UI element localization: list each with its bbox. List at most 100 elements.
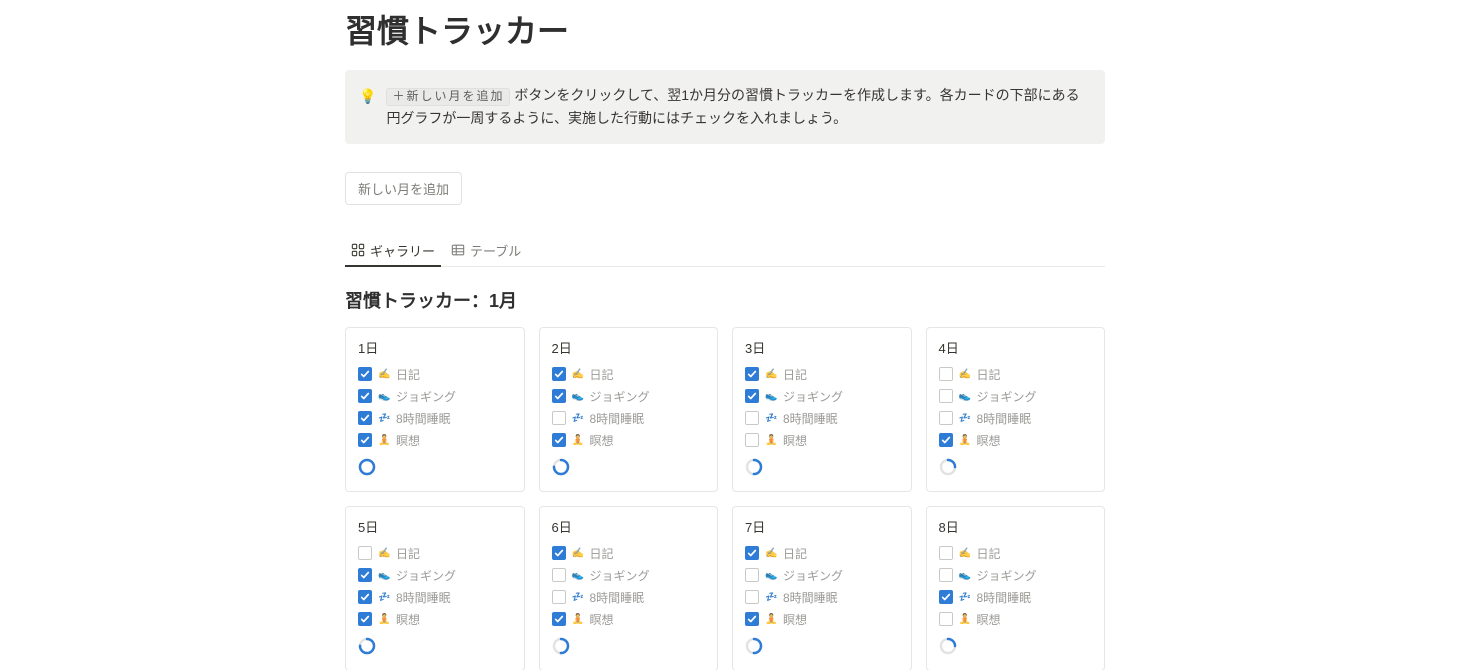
checkbox-diary[interactable]	[745, 367, 759, 381]
diary-icon: ✍️	[572, 369, 584, 380]
habit-row-jog: 👟ジョギング	[358, 565, 512, 587]
habit-row-jog: 👟ジョギング	[745, 386, 899, 408]
checkbox-jog[interactable]	[552, 568, 566, 582]
medit-icon: 🧘	[572, 614, 584, 625]
checkbox-diary[interactable]	[939, 367, 953, 381]
checkbox-jog[interactable]	[552, 389, 566, 403]
habit-label: 日記	[783, 366, 807, 383]
checkbox-sleep[interactable]	[552, 411, 566, 425]
checkbox-jog[interactable]	[939, 568, 953, 582]
checkbox-medit[interactable]	[358, 433, 372, 447]
habit-label: 瞑想	[783, 432, 807, 449]
callout-inline-tag: ＋新しい月を追加	[386, 88, 510, 106]
day-card[interactable]: 8日✍️日記👟ジョギング💤8時間睡眠🧘瞑想	[926, 506, 1106, 670]
habit-label: 8時間睡眠	[783, 410, 838, 427]
sleep-icon: 💤	[959, 413, 971, 424]
checkbox-diary[interactable]	[745, 546, 759, 560]
habit-label: 8時間睡眠	[783, 589, 838, 606]
day-title: 1日	[358, 338, 512, 357]
checkbox-jog[interactable]	[745, 568, 759, 582]
day-title: 2日	[552, 338, 706, 357]
checkbox-jog[interactable]	[939, 389, 953, 403]
day-card[interactable]: 1日✍️日記👟ジョギング💤8時間睡眠🧘瞑想	[345, 327, 525, 492]
day-card[interactable]: 5日✍️日記👟ジョギング💤8時間睡眠🧘瞑想	[345, 506, 525, 670]
jog-icon: 👟	[765, 391, 777, 402]
habit-label: 瞑想	[783, 611, 807, 628]
diary-icon: ✍️	[572, 548, 584, 559]
checkbox-jog[interactable]	[358, 389, 372, 403]
day-card[interactable]: 6日✍️日記👟ジョギング💤8時間睡眠🧘瞑想	[539, 506, 719, 670]
tab-table[interactable]: テーブル	[445, 235, 527, 266]
medit-icon: 🧘	[765, 614, 777, 625]
habit-label: ジョギング	[396, 388, 456, 405]
habit-label: 日記	[977, 545, 1001, 562]
checkbox-medit[interactable]	[939, 433, 953, 447]
diary-icon: ✍️	[378, 369, 390, 380]
checkbox-medit[interactable]	[552, 612, 566, 626]
day-card[interactable]: 2日✍️日記👟ジョギング💤8時間睡眠🧘瞑想	[539, 327, 719, 492]
day-card[interactable]: 3日✍️日記👟ジョギング💤8時間睡眠🧘瞑想	[732, 327, 912, 492]
habit-label: 日記	[396, 545, 420, 562]
habit-row-medit: 🧘瞑想	[939, 430, 1093, 452]
jog-icon: 👟	[572, 391, 584, 402]
view-tabs: ギャラリー テーブル	[345, 235, 1105, 267]
jog-icon: 👟	[378, 391, 390, 402]
checkbox-diary[interactable]	[552, 546, 566, 560]
habit-row-medit: 🧘瞑想	[745, 430, 899, 452]
checkbox-medit[interactable]	[552, 433, 566, 447]
progress-ring	[745, 637, 763, 655]
checkbox-jog[interactable]	[745, 389, 759, 403]
habit-row-jog: 👟ジョギング	[552, 386, 706, 408]
day-card[interactable]: 7日✍️日記👟ジョギング💤8時間睡眠🧘瞑想	[732, 506, 912, 670]
habit-row-diary: ✍️ 日記	[939, 364, 1093, 386]
progress-ring	[939, 458, 957, 476]
habit-label: 日記	[590, 366, 614, 383]
checkbox-sleep[interactable]	[745, 411, 759, 425]
checkbox-sleep[interactable]	[358, 411, 372, 425]
medit-icon: 🧘	[378, 614, 390, 625]
habit-label: ジョギング	[977, 567, 1037, 584]
checkbox-diary[interactable]	[939, 546, 953, 560]
habit-label: 8時間睡眠	[396, 410, 451, 427]
checkbox-diary[interactable]	[358, 367, 372, 381]
day-title: 3日	[745, 338, 899, 357]
checkbox-medit[interactable]	[358, 612, 372, 626]
checkbox-diary[interactable]	[358, 546, 372, 560]
jog-icon: 👟	[959, 391, 971, 402]
sleep-icon: 💤	[378, 592, 390, 603]
sleep-icon: 💤	[572, 413, 584, 424]
checkbox-medit[interactable]	[939, 612, 953, 626]
diary-icon: ✍️	[765, 369, 777, 380]
habit-label: 瞑想	[977, 432, 1001, 449]
checkbox-medit[interactable]	[745, 433, 759, 447]
checkbox-sleep[interactable]	[745, 590, 759, 604]
checkbox-medit[interactable]	[745, 612, 759, 626]
habit-row-diary: ✍️ 日記	[745, 364, 899, 386]
habit-row-medit: 🧘瞑想	[939, 609, 1093, 631]
habit-row-diary: ✍️日記	[939, 543, 1093, 565]
checkbox-sleep[interactable]	[358, 590, 372, 604]
page-title: 習慣トラッカー	[345, 6, 1105, 52]
checkbox-jog[interactable]	[358, 568, 372, 582]
habit-row-sleep: 💤8時間睡眠	[939, 408, 1093, 430]
checkbox-sleep[interactable]	[939, 590, 953, 604]
habit-row-medit: 🧘 瞑想	[745, 609, 899, 631]
add-new-month-button[interactable]: 新しい月を追加	[345, 172, 462, 205]
medit-icon: 🧘	[959, 614, 971, 625]
habit-row-sleep: 💤8時間睡眠	[552, 408, 706, 430]
habit-label: 瞑想	[396, 432, 420, 449]
jog-icon: 👟	[378, 570, 390, 581]
checkbox-sleep[interactable]	[939, 411, 953, 425]
day-title: 8日	[939, 517, 1093, 536]
checkbox-sleep[interactable]	[552, 590, 566, 604]
diary-icon: ✍️	[959, 369, 971, 380]
habit-row-medit: 🧘瞑想	[358, 430, 512, 452]
day-title: 6日	[552, 517, 706, 536]
table-icon	[451, 243, 465, 257]
callout-text: ＋新しい月を追加 ボタンをクリックして、翌1か月分の習慣トラッカーを作成します。…	[386, 84, 1091, 130]
checkbox-diary[interactable]	[552, 367, 566, 381]
tab-gallery[interactable]: ギャラリー	[345, 235, 441, 266]
day-card[interactable]: 4日✍️日記👟ジョギング💤8時間睡眠🧘瞑想	[926, 327, 1106, 492]
progress-ring	[552, 637, 570, 655]
habit-label: 日記	[977, 366, 1001, 383]
